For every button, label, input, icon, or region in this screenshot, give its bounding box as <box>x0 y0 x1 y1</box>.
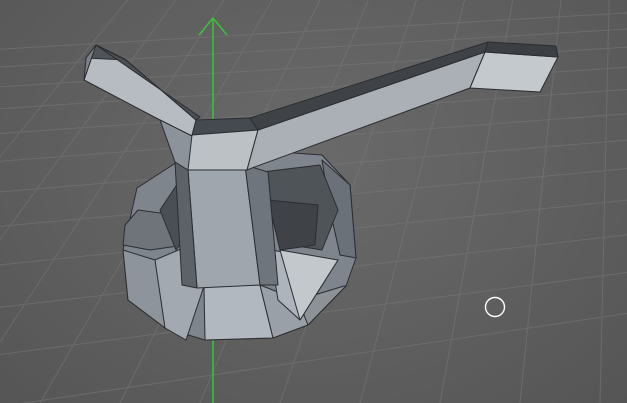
brush-cursor-icon <box>484 296 506 318</box>
viewport-canvas[interactable] <box>0 0 627 403</box>
mesh-object[interactable] <box>83 41 559 341</box>
top-joint[interactable] <box>187 117 259 171</box>
3d-viewport[interactable] <box>0 0 627 403</box>
